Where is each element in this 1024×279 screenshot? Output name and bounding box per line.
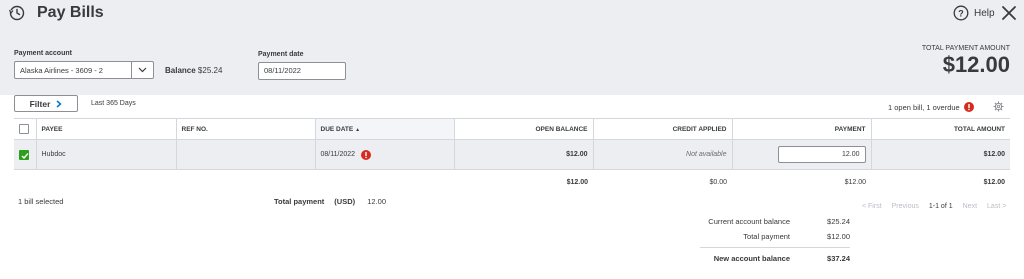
balance: Balance $25.24	[165, 66, 222, 75]
summary-total-payment-label: Total payment	[743, 232, 790, 241]
pager-previous[interactable]: Previous	[892, 203, 919, 210]
totals-spacer	[315, 169, 454, 196]
total-payment-amount-value: $12.00	[942, 52, 1010, 77]
footer-total-payment: Total payment (USD) 12.00	[274, 197, 386, 206]
due-date-header-label: DUE DATE	[320, 125, 354, 133]
filter-label: Filter	[29, 98, 51, 109]
summary-row: Current account balance $25.24	[700, 214, 850, 229]
payment-account-select[interactable]: Alaska Airlines - 3609 - 2	[14, 61, 154, 79]
history-icon	[8, 5, 25, 21]
header: Pay Bills ? Help Payment account Alaska …	[0, 0, 1024, 95]
summary-row: New account balance $37.24	[700, 251, 850, 266]
bill-status-text: 1 open bill, 1 overdue	[888, 102, 960, 112]
due-date-value: 08/11/2022	[320, 151, 356, 158]
totals-spacer	[14, 169, 36, 196]
footer-total-payment-value: 12.00	[367, 197, 387, 206]
payee-cell: Hubdoc	[36, 139, 177, 170]
open-balance-cell: $12.00	[454, 139, 594, 170]
summary-divider	[700, 247, 850, 248]
column-header-open-balance[interactable]: OPEN BALANCE	[454, 118, 594, 140]
bill-status: 1 open bill, 1 overdue	[888, 102, 974, 112]
pager-first[interactable]: < First	[862, 203, 882, 210]
totals-spacer	[176, 169, 315, 196]
column-header-payee[interactable]: PAYEE	[36, 118, 177, 140]
due-date-cell: 08/11/2022	[315, 139, 455, 170]
help-button[interactable]: ? Help	[953, 5, 995, 21]
payment-date-input[interactable]: 08/11/2022	[258, 62, 346, 80]
column-header-credit-applied[interactable]: CREDIT APPLIED	[593, 118, 733, 140]
column-header-payment[interactable]: PAYMENT	[732, 118, 872, 140]
payment-cell: 12.00	[732, 139, 872, 170]
close-icon[interactable]	[1000, 4, 1018, 22]
total-amount-total: $12.00	[871, 169, 1010, 196]
footer-total-payment-currency: (USD)	[334, 197, 356, 206]
checkmark-icon	[21, 152, 29, 159]
total-amount-cell: $12.00	[871, 139, 1010, 170]
svg-text:?: ?	[958, 8, 964, 18]
summary-row: Total payment $12.00	[700, 229, 850, 244]
gear-icon[interactable]	[993, 101, 1004, 112]
column-header-due-date[interactable]: DUE DATE ▲	[315, 118, 455, 140]
totals-spacer	[36, 169, 176, 196]
alert-icon	[963, 102, 974, 112]
help-icon: ?	[953, 5, 969, 21]
current-balance-value: $25.24	[827, 217, 850, 226]
credit-applied-total: $0.00	[593, 169, 732, 196]
bills-selected-count: 1 bill selected	[18, 197, 64, 206]
payment-account-value: Alaska Airlines - 3609 - 2	[20, 65, 103, 75]
pager-last[interactable]: Last >	[987, 203, 1006, 210]
credit-applied-cell: Not available	[593, 139, 733, 170]
table-header-row: PAYEE REF NO. DUE DATE ▲ OPEN BALANCE CR…	[14, 118, 1010, 140]
pager-next[interactable]: Next	[963, 203, 977, 210]
balance-summary: Current account balance $25.24 Total pay…	[700, 214, 850, 266]
pager-range: 1-1 of 1	[928, 203, 953, 210]
total-payment-amount-label: TOTAL PAYMENT AMOUNT	[921, 45, 1010, 52]
current-balance-label: Current account balance	[708, 217, 790, 226]
filter-button[interactable]: Filter	[14, 95, 78, 112]
totals-row: $12.00 $0.00 $12.00 $12.00	[14, 169, 1010, 196]
balance-value: $25.24	[197, 66, 223, 75]
payment-input[interactable]: 12.00	[777, 146, 866, 163]
title-row: Pay Bills	[8, 4, 104, 22]
table-row[interactable]: Hubdoc 08/11/2022 $12.00 Not available 1…	[14, 139, 1010, 170]
help-label: Help	[974, 7, 995, 19]
select-all-cell[interactable]	[14, 118, 37, 140]
page-title: Pay Bills	[37, 4, 104, 21]
payment-date-label: Payment date	[258, 51, 304, 58]
summary-total-payment-value: $12.00	[827, 232, 850, 241]
row-checkbox[interactable]	[19, 149, 29, 160]
column-header-total-amount[interactable]: TOTAL AMOUNT	[871, 118, 1010, 140]
chevron-down-icon[interactable]	[131, 62, 153, 78]
new-balance-label: New account balance	[713, 254, 790, 263]
date-range-label: Last 365 Days	[91, 100, 136, 107]
overdue-alert-icon	[361, 149, 372, 160]
chevron-right-icon	[56, 99, 63, 108]
column-header-ref-no[interactable]: REF NO.	[176, 118, 316, 140]
open-balance-total: $12.00	[454, 169, 593, 196]
select-all-checkbox[interactable]	[19, 124, 29, 134]
sort-ascending-icon: ▲	[355, 126, 361, 133]
ref-no-cell	[176, 139, 316, 170]
payment-account-label: Payment account	[14, 50, 72, 57]
balance-label: Balance	[165, 66, 196, 75]
payment-total: $12.00	[732, 169, 871, 196]
new-balance-value: $37.24	[827, 254, 850, 263]
row-select-cell[interactable]	[14, 139, 37, 170]
pagination: < First Previous 1-1 of 1 Next Last >	[862, 203, 1006, 210]
footer-total-payment-label: Total payment	[274, 197, 325, 206]
bills-table: PAYEE REF NO. DUE DATE ▲ OPEN BALANCE CR…	[14, 118, 1010, 196]
